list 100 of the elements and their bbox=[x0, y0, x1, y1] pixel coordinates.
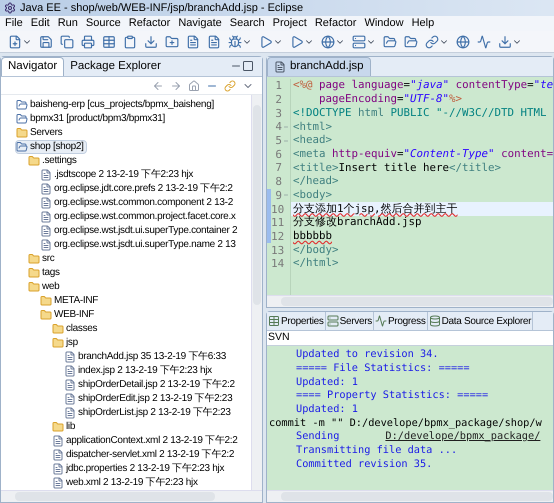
tree-item[interactable]: dispatcher-servlet.xml 2 13-2-19 下午2:2 bbox=[51, 448, 238, 462]
menu-item[interactable]: Help bbox=[408, 15, 438, 32]
code-line: <body> bbox=[293, 190, 332, 201]
tree-item[interactable]: src bbox=[27, 252, 58, 266]
tree-item[interactable]: baisheng-erp [cus_projects/bpmx_baisheng] bbox=[15, 98, 217, 112]
file-icon bbox=[52, 435, 64, 447]
view-tab[interactable]: Navigator bbox=[1, 57, 64, 76]
menu-item[interactable]: Refactor bbox=[312, 15, 360, 32]
tree-item[interactable]: org.eclipse.wst.jsdt.ui.superType.name 2 13 bbox=[39, 238, 239, 252]
tree-item[interactable]: index.jsp 2 13-2-19 下午2:23 hjx bbox=[63, 364, 215, 378]
download-icon[interactable] bbox=[498, 34, 512, 48]
tree-item[interactable]: META-INF bbox=[39, 294, 102, 308]
table-icon[interactable] bbox=[102, 34, 116, 48]
tree-item[interactable]: .jsdtscope 2 13-2-19 下午2:23 hjx bbox=[39, 168, 196, 182]
view-tab[interactable]: Progress bbox=[374, 312, 428, 330]
tree-item[interactable]: shipOrderList.jsp 2 13-2-19 下午2:23 bbox=[63, 406, 234, 420]
tree-item[interactable]: bpmx31 [product/bpm3/bpmx31] bbox=[15, 112, 168, 126]
console-line: Transmitting file data ... bbox=[296, 442, 458, 458]
file-icon bbox=[40, 197, 52, 209]
line-number: 11 bbox=[271, 217, 284, 228]
code-line: bbbbbb bbox=[293, 231, 332, 242]
globe-icon[interactable] bbox=[456, 34, 470, 48]
menu-item[interactable]: Window bbox=[361, 15, 407, 32]
save-icon[interactable] bbox=[39, 34, 53, 48]
globe-icon[interactable] bbox=[321, 34, 335, 48]
view-tab[interactable]: Package Explorer bbox=[64, 57, 167, 76]
horizontal-scrollbar[interactable] bbox=[267, 490, 553, 502]
file-icon[interactable] bbox=[186, 34, 200, 48]
forward-icon[interactable] bbox=[170, 80, 182, 92]
file-icon[interactable] bbox=[207, 34, 221, 48]
tree-item[interactable]: org.eclipse.wst.jsdt.ui.superType.container 2 bbox=[39, 224, 240, 238]
window-title: Java EE - shop/web/WEB-INF/jsp/branchAdd.jsp - Eclipse bbox=[20, 0, 304, 16]
line-number: 8 bbox=[275, 176, 282, 188]
new-file-icon[interactable] bbox=[8, 34, 22, 48]
tree-item[interactable]: org.eclipse.jdt.core.prefs 2 13-2-19 下午2:2 bbox=[39, 182, 236, 196]
maximize-icon[interactable] bbox=[242, 60, 254, 72]
editor-tab[interactable]: branchAdd.jsp bbox=[267, 57, 371, 76]
menu-item[interactable]: Project bbox=[270, 15, 310, 32]
console-line: Sending bbox=[296, 429, 340, 444]
menu-item[interactable]: Search bbox=[226, 15, 268, 32]
tree-item[interactable]: shipOrderEdit.jsp 2 13-2-19 下午2:23 bbox=[63, 392, 236, 406]
server-icon[interactable] bbox=[352, 34, 366, 48]
console-line: Updated: 1 bbox=[296, 402, 358, 417]
tree-item[interactable]: org.eclipse.wst.common.component 2 13-2 bbox=[39, 196, 236, 210]
run-icon[interactable] bbox=[259, 34, 273, 48]
tree-item[interactable]: shipOrderDetail.jsp 2 13-2-19 下午2:2 bbox=[63, 378, 238, 392]
folder-icon bbox=[52, 337, 64, 349]
run-icon[interactable] bbox=[290, 34, 304, 48]
file-icon bbox=[52, 463, 64, 475]
tree-item[interactable]: WEB-INF bbox=[39, 308, 98, 322]
code-line: pageEncoding="UTF-8"%> bbox=[318, 94, 462, 105]
tree-item[interactable]: org.eclipse.wst.common.project.facet.core.x bbox=[39, 210, 239, 224]
table-icon bbox=[268, 315, 280, 327]
download-icon[interactable] bbox=[144, 34, 158, 48]
folder-icon bbox=[28, 253, 40, 265]
file-icon bbox=[64, 379, 76, 391]
printer-icon[interactable] bbox=[81, 34, 95, 48]
tree-item[interactable]: tags bbox=[27, 266, 63, 280]
code-line: <meta http-equiv="Content-Type" content= bbox=[293, 148, 553, 160]
menu-item[interactable]: Run bbox=[54, 15, 81, 32]
view-tab[interactable]: Servers bbox=[326, 312, 374, 330]
clipboard-icon[interactable] bbox=[123, 34, 137, 48]
folder-icon bbox=[28, 155, 40, 167]
folder-plus-icon[interactable] bbox=[165, 34, 179, 48]
horizontal-scrollbar[interactable] bbox=[267, 295, 553, 307]
folder-icon[interactable] bbox=[404, 34, 418, 48]
tree-item[interactable]: jsp bbox=[51, 336, 81, 350]
menu-item[interactable]: Edit bbox=[28, 15, 53, 32]
tree-item[interactable]: Servers bbox=[15, 126, 66, 140]
horizontal-scrollbar[interactable] bbox=[1, 490, 262, 502]
menu-item[interactable]: Navigate bbox=[175, 15, 225, 32]
folder-icon[interactable] bbox=[383, 34, 397, 48]
file-link[interactable]: D:/develope/bpmx_package/ bbox=[385, 429, 540, 445]
tree-item[interactable]: web bbox=[27, 280, 62, 294]
file-icon bbox=[40, 239, 52, 251]
tree-item[interactable]: jdbc.properties 2 13-2-19 下午2:23 hjx bbox=[51, 462, 228, 476]
tree-item[interactable]: web.xml 2 13-2-19 下午2:23 hjx bbox=[51, 476, 201, 490]
console-line: commit -m "" D:/develope/bpmx_package/shop/w bbox=[269, 416, 542, 431]
tree-item[interactable]: lib bbox=[51, 420, 78, 434]
tree-item[interactable]: branchAdd.jsp 35 13-2-19 下午6:33 bbox=[63, 350, 230, 364]
bug-icon[interactable] bbox=[228, 34, 242, 48]
view-tab[interactable]: Data Source Explorer bbox=[428, 312, 534, 330]
activity-icon[interactable] bbox=[477, 34, 491, 48]
view-tab[interactable]: Properties bbox=[267, 312, 326, 330]
tree-item[interactable]: .settings bbox=[27, 154, 80, 168]
back-icon[interactable] bbox=[152, 80, 164, 92]
copy-icon[interactable] bbox=[60, 34, 74, 48]
code-line: <html> bbox=[293, 122, 332, 132]
menu-item[interactable]: Refactor bbox=[126, 15, 174, 32]
tree-item[interactable]: classes bbox=[51, 322, 100, 336]
line-number: 4 bbox=[275, 121, 282, 132]
line-number: 14 bbox=[271, 258, 284, 270]
vertical-scrollbar[interactable] bbox=[251, 95, 262, 490]
home-icon[interactable] bbox=[188, 80, 200, 92]
menu-item[interactable]: Source bbox=[82, 15, 124, 32]
link-icon[interactable] bbox=[425, 34, 439, 48]
tree-item[interactable]: shop [shop2] bbox=[15, 140, 87, 154]
menu-item[interactable]: File bbox=[2, 15, 26, 32]
tree-item[interactable]: applicationContext.xml 2 13-2-19 下午2:2 bbox=[51, 434, 240, 448]
code-line: <!DOCTYPE html PUBLIC "-//W3C//DTD HTML bbox=[293, 108, 547, 119]
